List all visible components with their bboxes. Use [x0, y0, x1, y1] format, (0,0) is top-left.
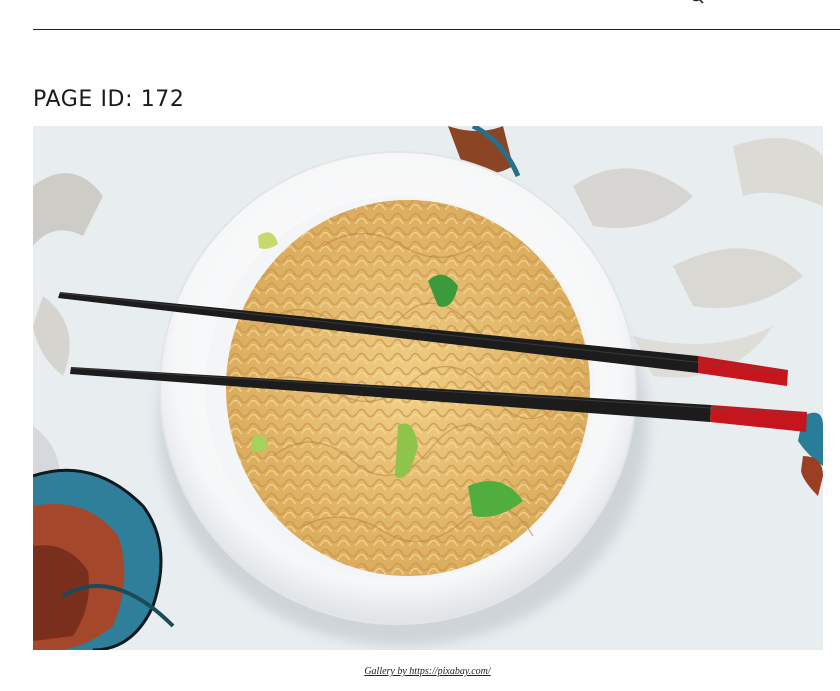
gallery-photo[interactable] [33, 126, 823, 650]
page-title: PAGE ID: 172 [33, 87, 185, 112]
header-divider [33, 29, 840, 30]
search-icon[interactable] [690, 0, 704, 4]
caption-link[interactable]: Gallery by https://pixabay.com/ [364, 666, 490, 677]
noodle-bowl-image [33, 126, 823, 650]
photo-caption: Gallery by https://pixabay.com/ [0, 666, 840, 677]
